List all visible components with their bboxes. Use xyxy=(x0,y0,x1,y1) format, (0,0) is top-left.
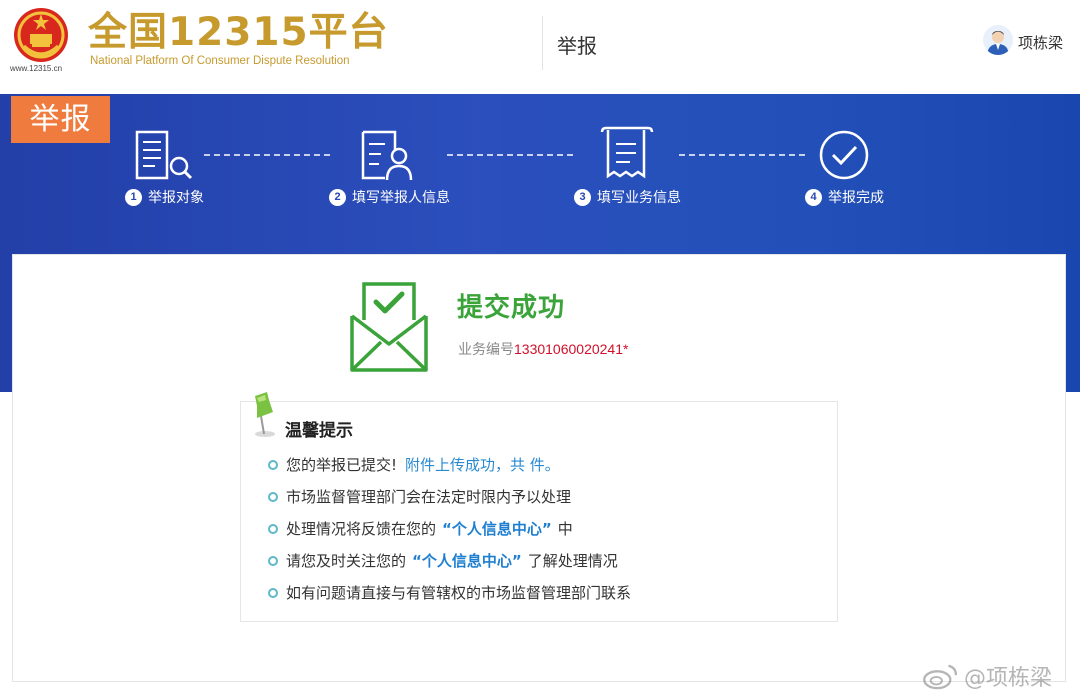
envelope-check-icon xyxy=(350,282,428,372)
national-emblem-icon xyxy=(14,8,68,62)
weibo-watermark: @项栋梁 xyxy=(922,660,1052,692)
tip-text: 请您及时关注您的 xyxy=(286,552,407,570)
site-url: www.12315.cn xyxy=(10,64,63,73)
tips-title: 温馨提示 xyxy=(285,421,353,441)
step-number: 2 xyxy=(329,188,346,206)
ticket-number-line: 业务编号13301060020241* xyxy=(458,339,628,359)
personal-center-link[interactable]: “个人信息中心” xyxy=(412,550,522,571)
step-label: 举报对象 xyxy=(148,190,204,206)
ticket-number[interactable]: 13301060020241 xyxy=(514,341,623,357)
step-number: 4 xyxy=(805,188,822,206)
bullet-icon xyxy=(268,587,278,598)
step-connector xyxy=(679,154,805,156)
step-3: 3 填写业务信息 xyxy=(574,187,681,207)
tip-item: 如有问题请直接与有管辖权的市场监督管理部门联系 xyxy=(268,582,631,603)
tip-text: 中 xyxy=(557,520,573,538)
tip-text: 如有问题请直接与有管辖权的市场监督管理部门联系 xyxy=(286,584,632,602)
step-number: 3 xyxy=(574,188,591,206)
watermark-text: @项栋梁 xyxy=(964,666,1053,691)
bullet-icon xyxy=(268,555,278,566)
header-divider xyxy=(542,16,543,70)
tip-item: 请您及时关注您的 “个人信息中心” 了解处理情况 xyxy=(268,550,618,571)
bullet-icon xyxy=(268,459,278,470)
user-avatar-icon xyxy=(987,31,1009,55)
step-label: 填写举报人信息 xyxy=(352,190,450,206)
receipt-icon xyxy=(600,126,654,179)
step-number: 1 xyxy=(125,188,142,206)
tip-item: 处理情况将反馈在您的 “个人信息中心” 中 xyxy=(268,518,573,539)
top-header: www.12315.cn 全国12315平台 National Platform… xyxy=(0,0,1080,94)
step-connector xyxy=(204,154,330,156)
tip-text: 您的举报已提交! xyxy=(286,456,398,474)
personal-center-link[interactable]: “个人信息中心” xyxy=(442,518,552,539)
building-search-icon xyxy=(135,130,193,180)
user-name[interactable]: 项栋梁 xyxy=(1018,32,1063,53)
step-label: 填写业务信息 xyxy=(597,190,681,206)
tip-text: 了解处理情况 xyxy=(527,552,618,570)
tip-item: 您的举报已提交! 附件上传成功，共 件。 xyxy=(268,454,560,475)
check-circle-icon xyxy=(819,130,869,180)
step-connector xyxy=(447,154,573,156)
header-section-title: 举报 xyxy=(557,34,597,58)
tip-item: 市场监督管理部门会在法定时限内予以处理 xyxy=(268,486,571,507)
step-label: 举报完成 xyxy=(828,190,884,206)
weibo-icon xyxy=(923,664,958,690)
ticket-suffix: * xyxy=(623,341,629,357)
report-tag: 举报 xyxy=(11,96,110,143)
brand-subtitle: National Platform Of Consumer Dispute Re… xyxy=(90,55,350,67)
user-avatar[interactable] xyxy=(983,25,1013,55)
brand-title[interactable]: 全国12315平台 xyxy=(88,8,389,58)
step-4: 4 举报完成 xyxy=(805,187,884,207)
person-form-icon xyxy=(361,130,413,181)
pushpin-icon xyxy=(255,392,275,437)
step-2: 2 填写举报人信息 xyxy=(329,187,450,207)
ticket-label: 业务编号 xyxy=(458,342,514,358)
tip-extra: 附件上传成功，共 件。 xyxy=(405,456,560,474)
bullet-icon xyxy=(268,523,278,534)
bullet-icon xyxy=(268,491,278,502)
tip-text: 处理情况将反馈在您的 xyxy=(286,520,437,538)
success-title: 提交成功 xyxy=(457,293,566,323)
step-1: 1 举报对象 xyxy=(125,187,204,207)
tip-text: 市场监督管理部门会在法定时限内予以处理 xyxy=(286,488,572,506)
